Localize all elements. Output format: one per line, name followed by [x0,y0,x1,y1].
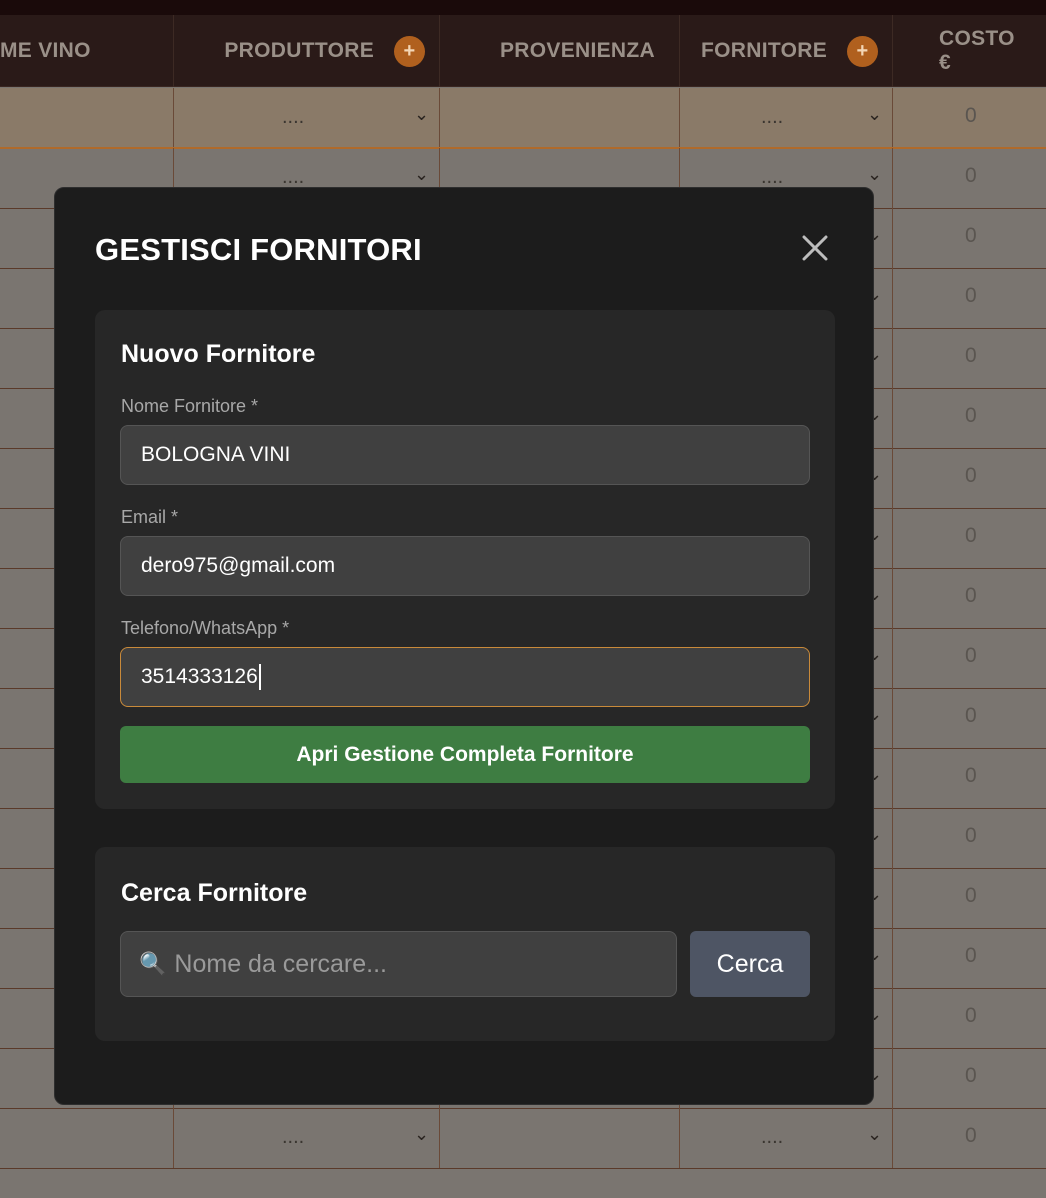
cost-cell[interactable]: 0 [965,644,977,668]
cost-cell[interactable]: 0 [965,824,977,848]
header-label: PRODUTTORE [224,39,374,62]
add-produttore-button[interactable]: + [394,35,425,67]
cost-cell[interactable]: 0 [965,104,977,128]
modal-title: GESTISCI FORNITORI [95,232,422,267]
open-full-management-button[interactable]: Apri Gestione Completa Fornitore [120,726,810,783]
search-button[interactable]: Cerca [690,931,810,997]
cost-cell[interactable]: 0 [965,344,977,368]
chevron-down-icon[interactable]: ⌄ [414,1124,429,1145]
search-icon: 🔍 [139,951,167,976]
header-nome-vino[interactable]: ME VINO [0,15,174,87]
table-row: .... ⌄.... ⌄ 0 [0,88,1046,149]
table-header: ME VINO PRODUTTORE + PROVENIENZA FORNITO… [0,15,1046,87]
add-fornitore-button[interactable]: + [847,35,878,67]
close-icon-svg [802,235,828,261]
cost-cell[interactable]: 0 [965,944,977,968]
phone-value: 3514333126 [141,665,258,688]
new-supplier-title: Nuovo Fornitore [121,340,316,368]
search-input[interactable]: 🔍 Nome da cercare... [120,931,677,997]
cost-cell[interactable]: 0 [965,1124,977,1148]
email-value: dero975@gmail.com [141,554,336,577]
cost-cell[interactable]: 0 [965,464,977,488]
chevron-down-icon[interactable]: ⌄ [867,104,882,125]
chevron-down-icon[interactable]: ⌄ [867,164,882,185]
cost-cell[interactable]: 0 [965,764,977,788]
supplier-name-value: BOLOGNA VINI [141,443,291,466]
cost-cell[interactable]: 0 [965,884,977,908]
cost-cell[interactable]: 0 [965,224,977,248]
cost-cell[interactable]: 0 [965,584,977,608]
cost-cell[interactable]: 0 [965,404,977,428]
header-label: COSTO € [939,27,1015,74]
fornitore-select[interactable]: .... [761,106,783,129]
search-supplier-card: Cerca Fornitore 🔍 Nome da cercare... Cer… [95,847,835,1041]
table-cell-divider [0,1108,893,1168]
produttore-select[interactable]: .... [282,106,304,129]
header-costo[interactable]: COSTO € [893,15,1046,87]
phone-label: Telefono/WhatsApp * [121,618,290,638]
cost-cell[interactable]: 0 [965,524,977,548]
chevron-down-icon[interactable]: ⌄ [414,104,429,125]
email-field[interactable]: dero975@gmail.com [120,536,810,596]
supplier-name-field[interactable]: BOLOGNA VINI [120,425,810,485]
header-label: FORNITORE [701,39,827,62]
new-supplier-card: Nuovo Fornitore Nome Fornitore * BOLOGNA… [95,310,835,809]
cost-cell[interactable]: 0 [965,1064,977,1088]
email-label: Email * [121,507,179,527]
phone-field[interactable]: 3514333126 [120,647,810,707]
cost-cell[interactable]: 0 [965,284,977,308]
cost-cell[interactable]: 0 [965,1004,977,1028]
search-supplier-title: Cerca Fornitore [121,879,308,907]
cost-cell[interactable]: 0 [965,164,977,188]
fornitore-select[interactable]: .... [761,1126,783,1149]
fornitore-select[interactable]: .... [761,166,783,189]
table-row: .... ⌄.... ⌄ 0 [0,1108,1046,1169]
text-caret [258,664,261,690]
produttore-select[interactable]: .... [282,166,304,189]
name-label: Nome Fornitore * [121,396,259,416]
header-provenienza[interactable]: PROVENIENZA [440,15,680,87]
chevron-down-icon[interactable]: ⌄ [414,164,429,185]
chevron-down-icon[interactable]: ⌄ [867,1124,882,1145]
header-produttore[interactable]: PRODUTTORE + [174,15,440,87]
suppliers-modal: GESTISCI FORNITORI Nuovo Fornitore Nome … [54,187,874,1105]
cost-cell[interactable]: 0 [965,704,977,728]
table-cell-divider [0,88,893,147]
close-icon[interactable] [800,233,830,263]
header-label: ME VINO [0,39,91,62]
produttore-select[interactable]: .... [282,1126,304,1149]
header-label: PROVENIENZA [500,39,655,62]
top-bar [0,0,1046,15]
search-placeholder: Nome da cercare... [174,949,387,978]
header-fornitore[interactable]: FORNITORE + [680,15,893,87]
